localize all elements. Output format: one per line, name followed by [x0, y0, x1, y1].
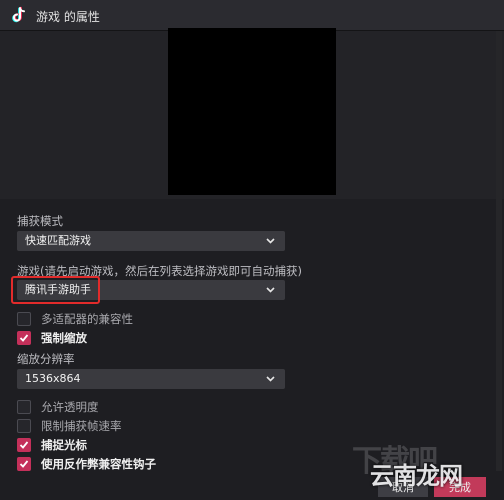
check-icon	[19, 334, 29, 342]
capture-preview	[0, 28, 504, 199]
check-icon	[19, 460, 29, 468]
checkbox-capture-cursor[interactable]: 捕捉光标	[17, 437, 87, 453]
chevron-down-icon	[266, 238, 275, 244]
checkbox-anticheat-hook[interactable]: 使用反作弊兼容性钩子	[17, 456, 156, 472]
highlight-box	[11, 276, 100, 304]
capture-mode-value: 快速匹配游戏	[25, 234, 91, 247]
chevron-down-icon	[266, 376, 275, 382]
checkbox-box[interactable]	[17, 312, 31, 326]
checkbox-limit-framerate[interactable]: 限制捕获帧速率	[17, 418, 122, 434]
title-bar: 游戏 的属性	[0, 0, 504, 31]
checkbox-box[interactable]	[17, 400, 31, 414]
chevron-down-icon	[266, 287, 275, 293]
capture-mode-select[interactable]: 快速匹配游戏	[17, 231, 285, 251]
checkbox-label: 限制捕获帧速率	[41, 419, 122, 433]
window-title: 游戏 的属性	[36, 10, 100, 24]
scale-resolution-value: 1536x864	[25, 372, 81, 385]
scale-resolution-select[interactable]: 1536x864	[17, 369, 285, 389]
tiktok-logo-icon	[12, 6, 25, 23]
scrollbar[interactable]	[496, 31, 502, 471]
checkbox-multi-adapter[interactable]: 多适配器的兼容性	[17, 311, 133, 327]
checkbox-box[interactable]	[17, 438, 31, 452]
checkbox-box[interactable]	[17, 457, 31, 471]
checkbox-label: 强制缩放	[41, 331, 87, 345]
checkbox-label: 多适配器的兼容性	[41, 312, 133, 326]
checkbox-box[interactable]	[17, 419, 31, 433]
capture-mode-label: 捕获模式	[17, 214, 63, 228]
checkbox-label: 使用反作弊兼容性钩子	[41, 457, 156, 471]
watermark: 云南龙网	[370, 462, 463, 490]
scale-resolution-label: 缩放分辨率	[17, 352, 75, 366]
check-icon	[19, 441, 29, 449]
checkbox-label: 允许透明度	[41, 400, 99, 414]
checkbox-box[interactable]	[17, 331, 31, 345]
checkbox-allow-transparency[interactable]: 允许透明度	[17, 399, 99, 415]
preview-canvas	[168, 28, 336, 195]
checkbox-force-scale[interactable]: 强制缩放	[17, 330, 87, 346]
checkbox-label: 捕捉光标	[41, 438, 87, 452]
